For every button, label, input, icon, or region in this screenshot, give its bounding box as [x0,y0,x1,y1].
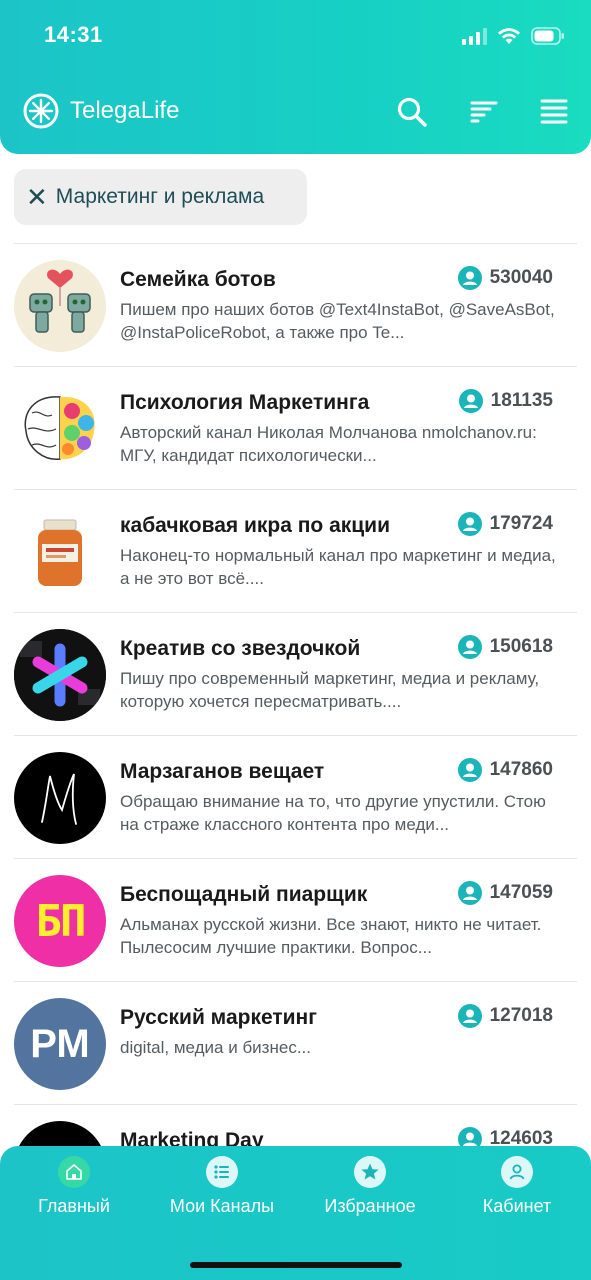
channel-title: Русский маркетинг [120,1006,317,1029]
channel-title: кабачковая икра по акции [120,514,390,537]
user-icon [457,635,482,659]
channel-avatar [14,629,106,721]
user-icon [458,389,483,413]
home-icon [58,1156,90,1188]
close-icon[interactable]: ✕ [26,184,48,210]
wifi-icon [498,28,520,44]
subscriber-count: 181135 [458,389,553,413]
subscriber-count: 150618 [457,635,553,659]
nav-my-channels[interactable]: Мои Каналы [148,1156,296,1217]
channel-description: Пишем про наших ботов @Text4InstaBot, @S… [120,300,555,342]
star-icon [354,1156,386,1188]
menu-button[interactable] [534,92,574,132]
app-bar: TelegaLife [0,86,591,138]
subscriber-count: 127018 [457,1004,553,1028]
channel-avatar [14,752,106,844]
subscriber-count: 179724 [457,512,553,536]
subscriber-count: 147059 [457,881,553,905]
channel-description: digital, медиа и бизнес... [120,1038,311,1057]
app-logo[interactable]: TelegaLife [22,92,179,130]
channel-description: Пишу про современный маркетинг, медиа и … [120,669,540,711]
search-icon [397,97,427,127]
channel-avatar [14,506,106,598]
channel-row[interactable]: Психология Маркетинга 181135 Авторский к… [14,366,577,489]
bottom-navigation: Главный Мои Каналы Избранное Кабинет [0,1146,591,1280]
channel-title: Креатив со звездочкой [120,637,361,660]
channel-description: Обращаю внимание на то, что другие упуст… [120,792,546,834]
status-icons [462,24,565,48]
channel-avatar [14,383,106,475]
channel-title: Психология Маркетинга [120,391,370,414]
channel-description: Альманах русской жизни. Все знают, никто… [120,915,542,957]
channel-description: Авторский канал Николая Молчанова nmolch… [120,423,537,465]
channel-row[interactable]: кабачковая икра по акции 179724 Наконец-… [14,489,577,612]
app-name: TelegaLife [70,97,180,124]
subscriber-count: 147860 [457,758,553,782]
avatar-text: РМ [30,1021,90,1066]
nav-home[interactable]: Главный [0,1156,148,1217]
channel-avatar: РМ [14,998,106,1090]
sort-icon [470,101,498,123]
filter-label: Маркетинг и реклама [55,185,265,208]
nav-favorites[interactable]: Избранное [296,1156,444,1217]
channel-title: Марзаганов вещает [120,760,325,783]
cellular-signal-icon [462,27,487,45]
channel-list: Семейка ботов 530040 Пишем про наших бот… [14,243,577,1227]
telegalife-logo-icon [23,93,59,129]
user-icon [501,1156,533,1188]
channel-title: Семейка ботов [120,268,276,291]
subscriber-count: 530040 [457,266,553,290]
top-header: 14:31 TelegaLife [0,0,591,154]
menu-icon [540,99,568,124]
channel-row[interactable]: Марзаганов вещает 147860 Обращаю внимани… [14,735,577,858]
user-icon [457,1004,482,1028]
battery-icon [531,27,564,45]
status-bar: 14:31 [0,0,591,70]
channel-row[interactable]: БП Беспощадный пиарщик 147059 Альманах р… [14,858,577,981]
home-indicator [190,1262,402,1268]
avatar-text: БП [35,895,87,947]
nav-cabinet[interactable]: Кабинет [443,1156,591,1217]
user-icon [457,266,482,290]
channel-avatar [14,260,106,352]
channel-row[interactable]: Семейка ботов 530040 Пишем про наших бот… [14,243,577,366]
search-button[interactable] [392,92,432,132]
channel-description: Наконец-то нормальный канал про маркетин… [120,546,556,588]
user-icon [457,512,482,536]
category-filter-chip[interactable]: ✕ Маркетинг и реклама [14,169,307,225]
channel-row[interactable]: РМ Русский маркетинг 127018 digital, мед… [14,981,577,1104]
list-icon [206,1156,238,1188]
status-time: 14:31 [44,22,103,47]
channel-row[interactable]: Креатив со звездочкой 150618 Пишу про со… [14,612,577,735]
sort-button[interactable] [464,92,504,132]
user-icon [457,758,482,782]
channel-avatar: БП [14,875,106,967]
channel-title: Беспощадный пиарщик [120,883,368,906]
user-icon [457,881,482,905]
